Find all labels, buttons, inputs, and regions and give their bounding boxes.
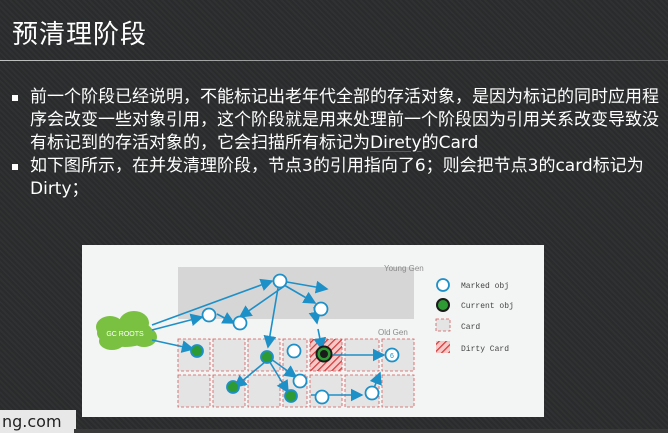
title-divider — [0, 60, 668, 61]
gc-roots-cloud: GC ROOTS — [96, 311, 157, 350]
legend-current-icon — [436, 298, 450, 312]
legend: Marked obj Current obj Card Dirty Card — [435, 278, 514, 354]
legend-card-icon — [435, 318, 451, 332]
bullet-1-text: 前一个阶段已经说明，不能标记出老年代全部的存活对象，是因为标记的同时应用程序会改… — [30, 87, 659, 153]
bullet-square-icon — [12, 164, 18, 170]
bottom-bar — [74, 429, 668, 433]
legend-dirty-card-icon — [436, 341, 450, 353]
bullet-1-tail: 的Card — [421, 133, 479, 153]
current-node-core — [320, 350, 328, 358]
young-gen-label: Young Gen — [384, 264, 424, 273]
watermark-text: ng.com — [0, 410, 76, 433]
legend-dirty-card-label: Dirty Card — [461, 345, 509, 354]
old-gen-label: Old Gen — [378, 328, 408, 337]
slide-title: 预清理阶段 — [12, 20, 148, 50]
legend-current-label: Current obj — [461, 302, 514, 311]
node-6-label: 6 — [390, 353, 394, 360]
bullet-1-underlined: Direty — [370, 133, 422, 153]
diagram-svg: Young Gen Old Gen GC ROOTS 6 Marked obj … — [96, 264, 514, 408]
bullet-item-1: 前一个阶段已经说明，不能标记出老年代全部的存活对象，是因为标记的同时应用程序会改… — [8, 86, 660, 155]
bullet-square-icon — [12, 95, 18, 101]
bullet-item-2: 如下图所示，在并发清理阶段，节点3的引用指向了6；则会把节点3的card标记为D… — [8, 155, 660, 201]
bullet-2-text: 如下图所示，在并发清理阶段，节点3的引用指向了6；则会把节点3的card标记为D… — [30, 156, 644, 199]
gc-card-diagram: Young Gen Old Gen GC ROOTS 6 Marked obj … — [82, 245, 544, 417]
legend-marked-label: Marked obj — [461, 282, 509, 291]
legend-marked-icon — [436, 278, 450, 292]
bullet-list: 前一个阶段已经说明，不能标记出老年代全部的存活对象，是因为标记的同时应用程序会改… — [8, 86, 660, 201]
legend-card-label: Card — [461, 323, 480, 332]
gc-roots-label: GC ROOTS — [106, 331, 144, 338]
